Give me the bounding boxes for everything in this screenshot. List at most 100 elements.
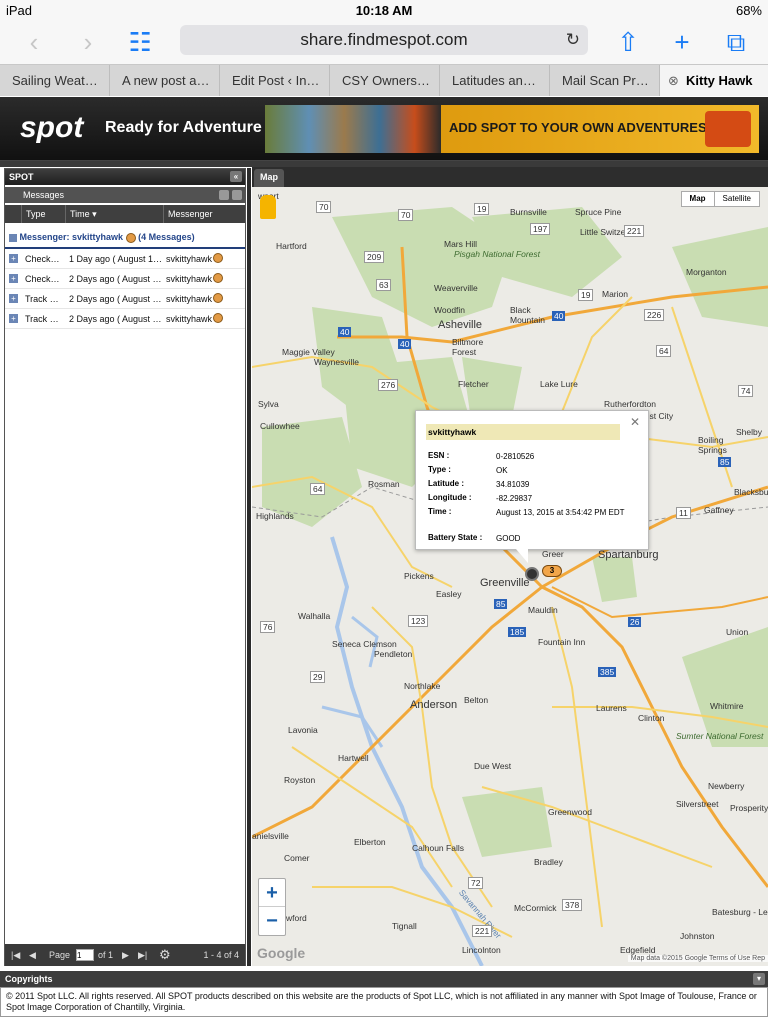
tagline: Ready for Adventure: [105, 119, 262, 136]
place-label: Northlake: [404, 681, 441, 691]
route-shield: 197: [530, 223, 551, 235]
collapse-panel-icon[interactable]: «: [230, 171, 242, 182]
popup-key: Latitude :: [428, 479, 464, 488]
place-label: Bradley: [534, 857, 563, 867]
place-label: Rutherfordton: [604, 399, 656, 409]
popup-value: August 13, 2015 at 3:54:42 PM EDT: [496, 508, 625, 517]
col-time-label: Time: [70, 209, 90, 219]
next-page-icon[interactable]: ▶: [122, 944, 129, 966]
tabs-overview-icon[interactable]: ⧉: [720, 26, 752, 58]
route-shield: 19: [474, 203, 490, 215]
tab-mail-scan[interactable]: Mail Scan Pr…: [550, 65, 660, 96]
street-view-pegman-icon[interactable]: [260, 195, 276, 219]
message-row[interactable]: + Check… 1 Day ago ( August 1… svkittyha…: [5, 249, 245, 269]
interstate-shield: 26: [628, 617, 642, 627]
tab-sailing[interactable]: Sailing Weat…: [0, 65, 110, 96]
close-tab-icon[interactable]: ⊗: [668, 65, 679, 96]
place-label: Greer: [542, 549, 564, 559]
route-shield: 226: [644, 309, 665, 321]
place-label: Hartwell: [338, 753, 369, 763]
page-label: Page: [49, 950, 71, 960]
tab-kitty-hawk[interactable]: ⊗ Kitty Hawk: [660, 65, 768, 96]
expand-icon[interactable]: +: [9, 274, 18, 283]
tab-latitudes[interactable]: Latitudes an…: [440, 65, 550, 96]
forward-icon[interactable]: ›: [72, 26, 104, 58]
interstate-shield: 85: [718, 457, 732, 467]
copyright-title: Copyrights: [5, 974, 53, 984]
col-type[interactable]: Type: [21, 205, 65, 223]
col-messenger[interactable]: Messenger: [163, 205, 245, 223]
refresh-icon[interactable]: [232, 190, 242, 200]
tab-new-post[interactable]: A new post a…: [110, 65, 220, 96]
tab-edit-post[interactable]: Edit Post ‹ In…: [220, 65, 330, 96]
map-view[interactable]: wport Burnsville Spruce Pine Hartford Ma…: [252, 187, 768, 966]
page-of-label: of 1: [98, 950, 114, 960]
message-row[interactable]: + Track … 2 Days ago ( August … svkittyh…: [5, 309, 245, 329]
spot-logo: spot: [20, 111, 84, 144]
place-label: Waynesville: [314, 357, 360, 367]
place-label: Belton: [464, 695, 489, 705]
back-icon[interactable]: ‹: [18, 26, 50, 58]
share-icon[interactable]: ⇧: [612, 26, 644, 58]
popup-key: Longitude :: [428, 493, 472, 502]
place-label: Pendleton: [374, 649, 413, 659]
prev-page-icon[interactable]: ◀: [29, 944, 36, 966]
tab-csy-owners[interactable]: CSY Owners…: [330, 65, 440, 96]
map-attribution[interactable]: Map data ©2015 Google Terms of Use Rep: [627, 955, 768, 962]
map-type-map[interactable]: Map: [682, 192, 715, 206]
expand-icon[interactable]: +: [9, 314, 18, 323]
row-type: Track …: [25, 314, 59, 324]
last-page-icon[interactable]: ▶|: [138, 944, 147, 966]
cluster-marker[interactable]: 3: [542, 565, 562, 577]
message-row[interactable]: + Check… 2 Days ago ( August … svkittyha…: [5, 269, 245, 289]
place-label: Gaffney: [704, 505, 734, 515]
place-label: Clinton: [638, 713, 665, 723]
popup-value: GOOD: [496, 534, 521, 543]
place-label: wford: [286, 913, 307, 923]
expand-icon[interactable]: +: [9, 254, 18, 263]
first-page-icon[interactable]: |◀: [11, 944, 20, 966]
row-type: Check…: [25, 254, 60, 264]
messages-title: Messages: [23, 190, 65, 200]
tab-kitty-hawk-label: Kitty Hawk: [686, 73, 753, 88]
panel-title: SPOT: [9, 172, 34, 182]
bookmarks-icon[interactable]: ☷: [124, 26, 156, 58]
messenger-group[interactable]: Messenger: svkittyhawk (4 Messages): [5, 227, 245, 249]
page-input[interactable]: [76, 949, 94, 961]
close-popup-icon[interactable]: ✕: [630, 415, 640, 429]
message-list: + Check… 1 Day ago ( August 1… svkittyha…: [5, 249, 245, 329]
col-time[interactable]: Time ▾: [65, 205, 163, 223]
popup-value: 0-2810526: [496, 452, 535, 461]
location-marker-icon[interactable]: [525, 567, 539, 581]
place-label: Anderson: [410, 699, 458, 711]
reload-icon[interactable]: ↻: [566, 25, 580, 55]
zoom-out-icon[interactable]: −: [259, 907, 285, 935]
expand-footer-icon[interactable]: ▾: [753, 973, 765, 985]
zoom-in-icon[interactable]: +: [259, 879, 285, 907]
copyright-text: © 2011 Spot LLC. All rights reserved. Al…: [0, 987, 768, 1017]
message-row[interactable]: + Track … 2 Days ago ( August … svkittyh…: [5, 289, 245, 309]
place-label: Mars Hill: [444, 239, 478, 249]
expand-icon[interactable]: +: [9, 294, 18, 303]
panel-header: SPOT «: [5, 169, 245, 185]
place-label: Mauldin: [528, 605, 558, 615]
browser-toolbar: ‹ › ☷ share.findmespot.com ↻ ⇧ + ⧉: [0, 20, 768, 64]
map-type-satellite[interactable]: Satellite: [715, 192, 759, 206]
place-label: McCormick: [514, 903, 557, 913]
popup-key: Battery State :: [428, 533, 483, 542]
spot-device-image: [705, 111, 751, 147]
tab-map[interactable]: Map: [254, 169, 284, 187]
route-shield: 74: [738, 385, 754, 397]
collapse-group-icon[interactable]: [9, 233, 17, 242]
route-shield: 378: [562, 899, 583, 911]
new-tab-icon[interactable]: +: [666, 26, 698, 58]
address-bar[interactable]: share.findmespot.com ↻: [180, 25, 588, 55]
ad-banner[interactable]: ADD SPOT TO YOUR OWN ADVENTURES>>: [265, 105, 759, 153]
place-label: Walhalla: [298, 611, 331, 621]
messages-header: Messages: [5, 187, 245, 203]
place-label: Spruce Pine: [575, 207, 622, 217]
settings-gear-icon[interactable]: ⚙: [159, 944, 171, 966]
panel-splitter[interactable]: [247, 168, 251, 966]
place-label: Lake Lure: [540, 379, 578, 389]
minimize-icon[interactable]: [219, 190, 229, 200]
